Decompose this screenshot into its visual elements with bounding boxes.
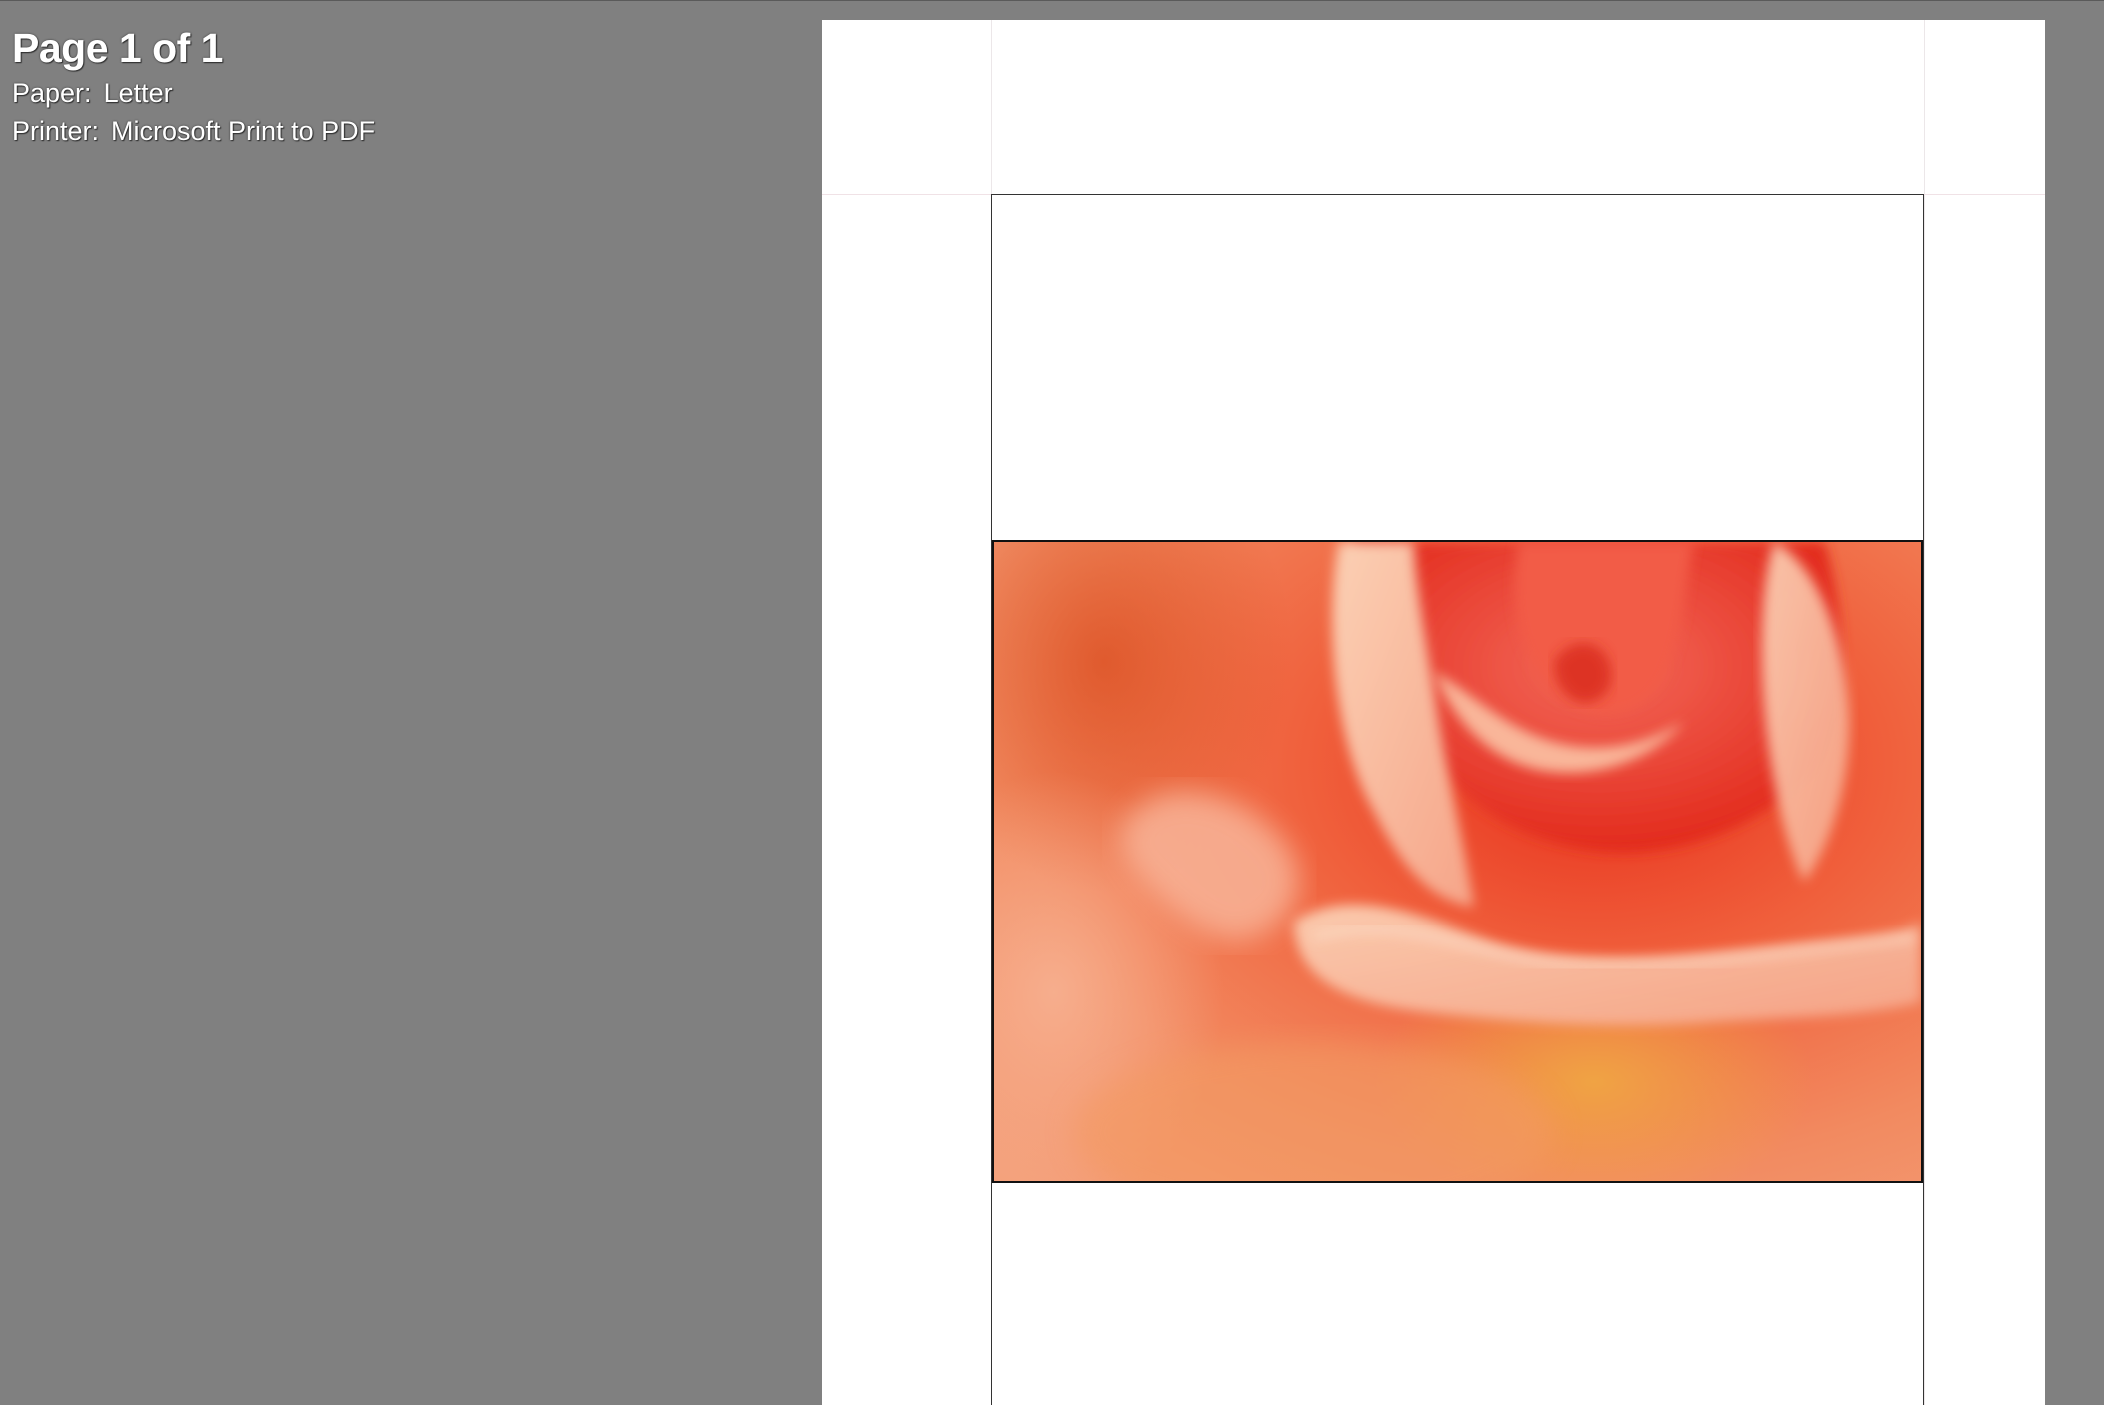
paper-info: Paper: Letter: [12, 74, 375, 112]
right-margin-guide[interactable]: [1924, 20, 1925, 1405]
paper-label: Paper:: [12, 78, 92, 108]
rose-photo[interactable]: [992, 540, 1923, 1183]
paper-preview: [822, 20, 2045, 1405]
page-count: Page 1 of 1: [12, 25, 223, 71]
printer-info: Printer: Microsoft Print to PDF: [12, 112, 375, 150]
window-top-edge: [0, 0, 2104, 1]
rose-image: [994, 542, 1921, 1181]
printer-label: Printer:: [12, 116, 100, 146]
print-info-panel: Page 1 of 1 Paper: Letter Printer: Microso…: [12, 22, 375, 150]
printer-value: Microsoft Print to PDF: [111, 116, 376, 146]
paper-value: Letter: [103, 78, 173, 108]
